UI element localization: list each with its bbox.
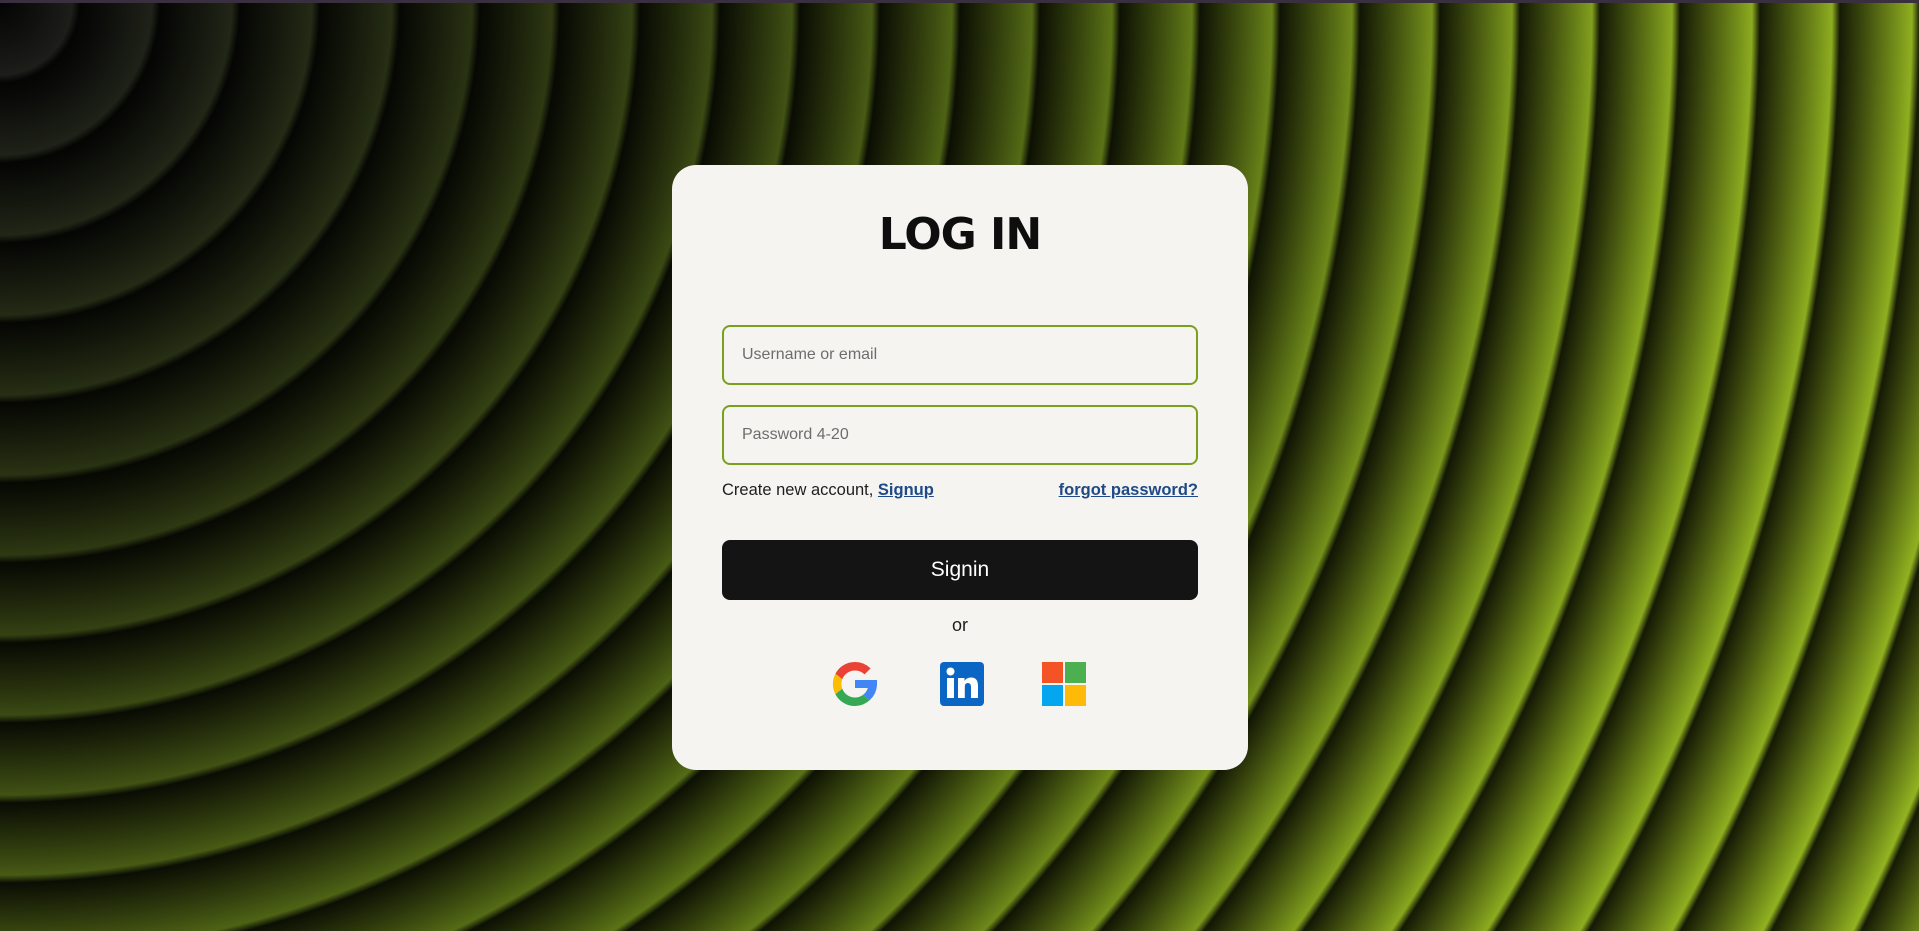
page: LOG IN Create new account, Signup forgot… <box>0 0 1919 931</box>
signup-link[interactable]: Signup <box>878 481 934 499</box>
signin-button[interactable]: Signin <box>722 540 1198 600</box>
linkedin-login-button[interactable] <box>936 658 988 710</box>
google-icon <box>832 661 877 707</box>
login-card: LOG IN Create new account, Signup forgot… <box>672 165 1248 770</box>
account-links-row: Create new account, Signup forgot passwo… <box>722 481 1198 505</box>
create-account-label: Create new account, <box>722 481 878 499</box>
page-title: LOG IN <box>878 209 1043 260</box>
create-account-text: Create new account, Signup <box>722 481 934 500</box>
top-border <box>0 0 1919 3</box>
linkedin-icon <box>940 662 984 706</box>
forgot-password-link[interactable]: forgot password? <box>1059 481 1198 500</box>
google-login-button[interactable] <box>829 658 881 710</box>
password-input[interactable] <box>722 405 1198 465</box>
microsoft-icon <box>1042 662 1086 706</box>
username-input[interactable] <box>722 325 1198 385</box>
microsoft-login-button[interactable] <box>1038 658 1090 710</box>
or-divider: or <box>951 615 968 635</box>
